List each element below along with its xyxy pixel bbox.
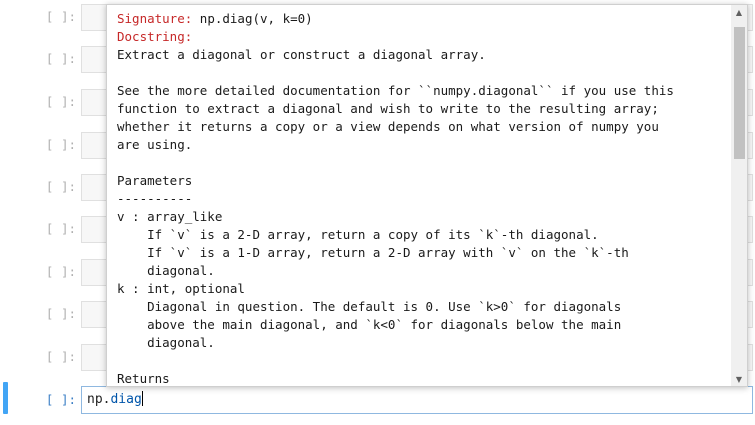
code-function-name: diag (110, 392, 142, 407)
active-cell-indicator (3, 382, 8, 414)
docstring-body: Extract a diagonal or construct a diagon… (117, 47, 674, 386)
tooltip-text: Signature: np.diag(v, k=0) Docstring: Ex… (117, 10, 727, 386)
cell-prompt: [ ]: (45, 306, 76, 321)
cell-prompt: [ ]: (45, 179, 76, 194)
cell-prompt: [ ]: (45, 221, 76, 236)
cell-prompt: [ ]: (45, 51, 76, 66)
code-prefix: np. (87, 392, 111, 407)
scroll-up-arrow-icon[interactable]: ▲ (731, 5, 747, 19)
cell-prompt: [ ]: (45, 94, 76, 109)
signature-text: np.diag(v, k=0) (192, 11, 313, 26)
scroll-down-arrow-icon[interactable]: ▼ (731, 372, 747, 386)
code-editor[interactable]: np.diag (87, 391, 143, 407)
docstring-label: Docstring: (117, 29, 193, 44)
cell-prompt: [ ]: (45, 137, 76, 152)
docstring-tooltip: Signature: np.diag(v, k=0) Docstring: Ex… (106, 4, 748, 387)
active-code-cell[interactable]: np.diag (81, 386, 753, 414)
cell-prompt: [ ]: (45, 9, 76, 24)
text-cursor (141, 391, 143, 406)
active-cell-prompt: [ ]: (45, 392, 76, 407)
cell-prompt: [ ]: (45, 264, 76, 279)
cell-prompt: [ ]: (45, 349, 76, 364)
scrollbar-thumb[interactable] (734, 27, 745, 159)
signature-label: Signature: (117, 11, 193, 26)
tooltip-scrollbar[interactable]: ▲ ▼ (731, 5, 747, 386)
